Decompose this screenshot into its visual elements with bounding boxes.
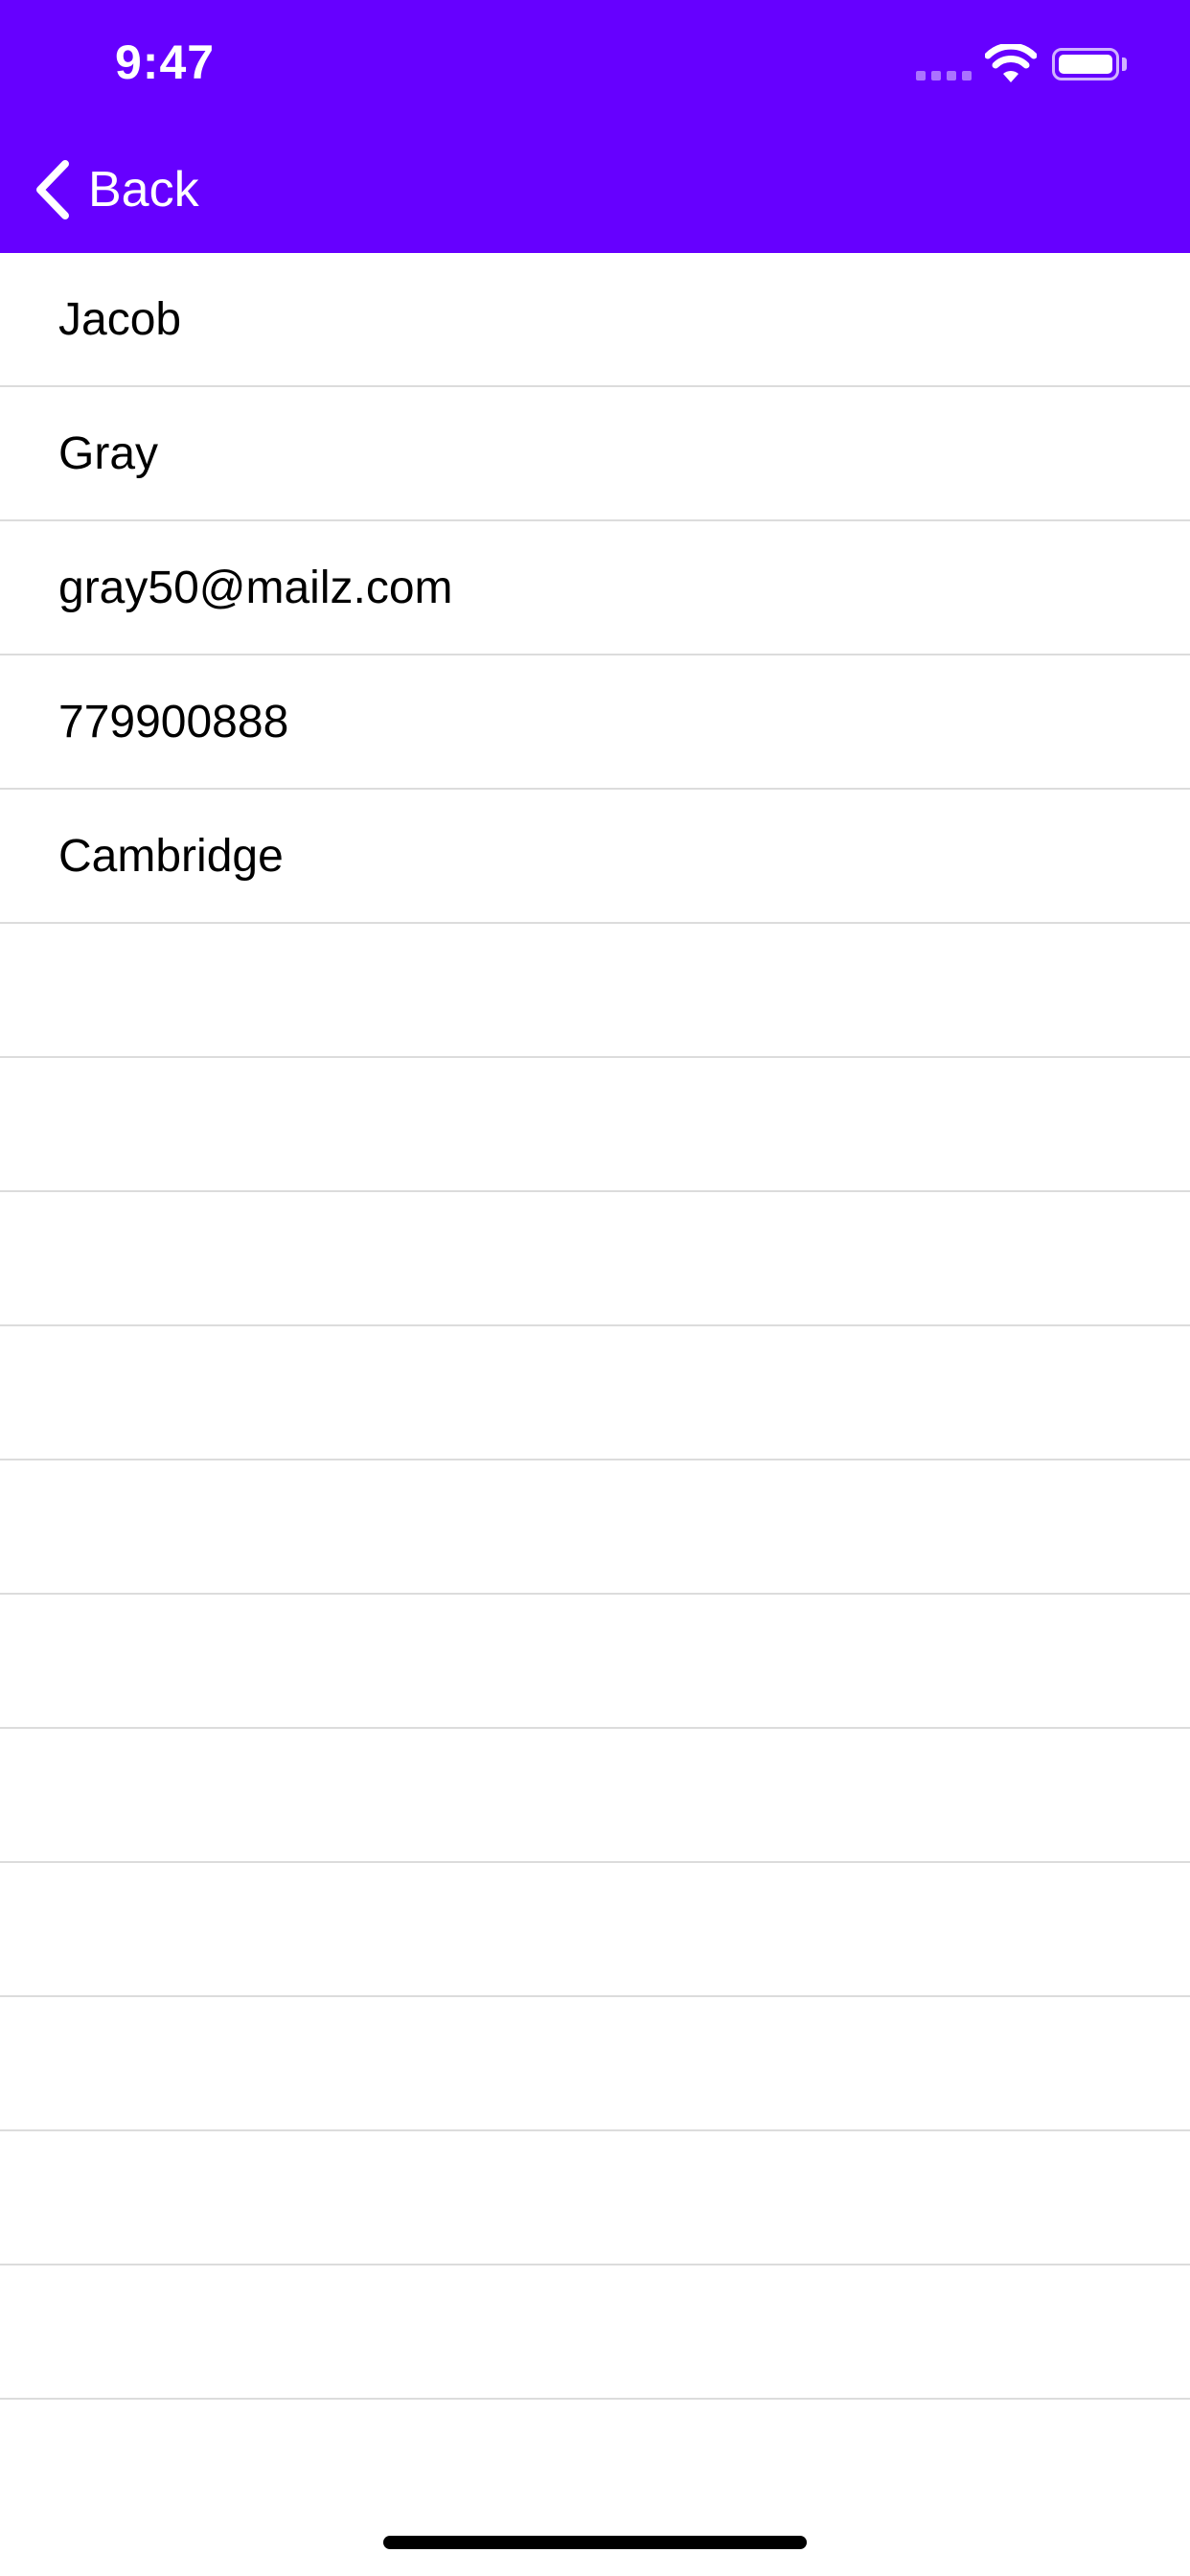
- empty-row: [0, 2131, 1190, 2266]
- chevron-left-icon: [36, 160, 69, 219]
- home-indicator[interactable]: [383, 2536, 807, 2549]
- city-row[interactable]: Cambridge: [0, 790, 1190, 924]
- first-name-row[interactable]: Jacob: [0, 253, 1190, 387]
- empty-row: [0, 1058, 1190, 1192]
- empty-row: [0, 2266, 1190, 2400]
- empty-row: [0, 1729, 1190, 1863]
- status-bar-time: 9:47: [115, 35, 216, 89]
- empty-row: [0, 1192, 1190, 1326]
- wifi-icon: [984, 42, 1038, 84]
- empty-row: [0, 1863, 1190, 1997]
- phone-row[interactable]: 779900888: [0, 656, 1190, 790]
- empty-row: [0, 1326, 1190, 1460]
- back-button-label: Back: [88, 162, 199, 218]
- back-button[interactable]: Back: [33, 153, 199, 226]
- battery-icon: [1052, 48, 1119, 80]
- empty-row: [0, 1460, 1190, 1595]
- empty-row: [0, 1595, 1190, 1729]
- contact-details-list: Jacob Gray gray50@mailz.com 779900888 Ca…: [0, 253, 1190, 2400]
- cellular-signal-icon: [916, 71, 972, 80]
- last-name-row[interactable]: Gray: [0, 387, 1190, 521]
- email-row[interactable]: gray50@mailz.com: [0, 521, 1190, 656]
- navigation-header: 9:47 Back: [0, 0, 1190, 253]
- battery-tip: [1122, 58, 1127, 71]
- empty-row: [0, 924, 1190, 1058]
- empty-row: [0, 1997, 1190, 2131]
